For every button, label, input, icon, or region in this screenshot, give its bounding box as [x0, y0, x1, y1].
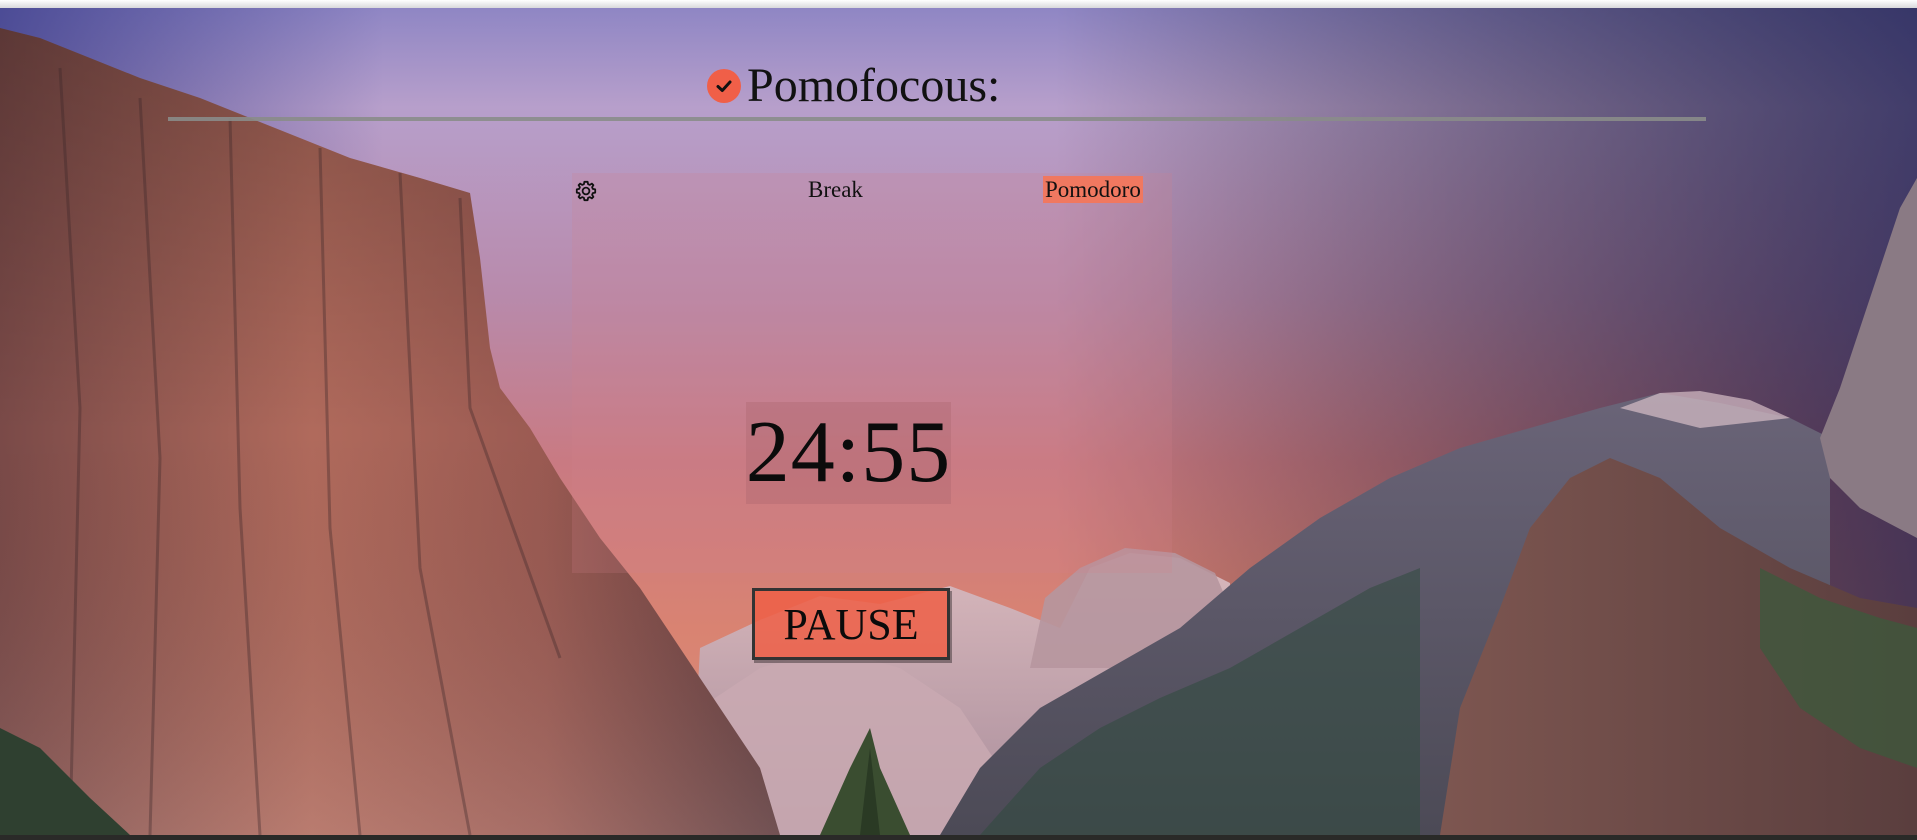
- header-divider: [168, 117, 1706, 121]
- tab-break[interactable]: Break: [808, 176, 863, 203]
- pause-button[interactable]: PAUSE: [752, 588, 950, 660]
- gear-icon[interactable]: [573, 178, 599, 204]
- check-circle-icon: [707, 69, 741, 103]
- browser-top-edge: [0, 0, 1917, 8]
- pomodoro-app: Pomofocous: Break Pomodoro 24:55 PAUSE: [0, 0, 1917, 840]
- timer-value: 24:55: [745, 404, 952, 501]
- app-title: Pomofocous:: [747, 59, 1001, 112]
- tab-pomodoro[interactable]: Pomodoro: [1043, 176, 1143, 203]
- bottom-edge: [0, 835, 1917, 840]
- timer-panel: [572, 173, 1172, 573]
- app-header: Pomofocous:: [707, 58, 1000, 114]
- timer-display: 24:55: [746, 402, 951, 504]
